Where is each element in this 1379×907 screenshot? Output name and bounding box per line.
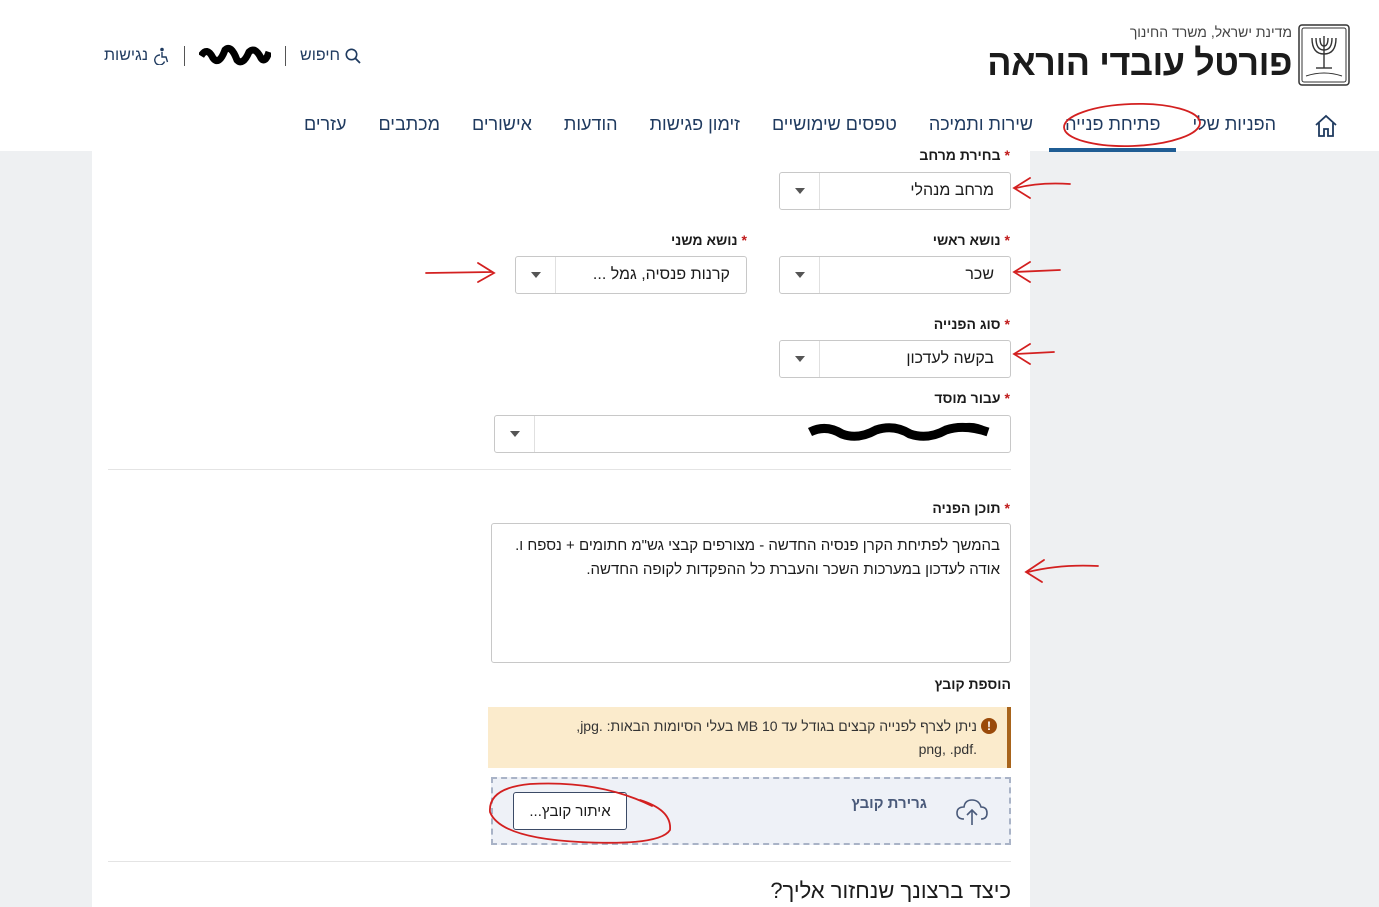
chevron-down-icon	[780, 257, 820, 293]
request-type-value: בקשה לעדכון	[906, 350, 994, 367]
notice-text-line1: ניתן לצרף לפנייה קבצים בגודל עד 10 MB בע…	[576, 718, 977, 734]
space-select-value: מרחב מנהלי	[910, 182, 994, 199]
cloud-upload-icon	[956, 799, 988, 825]
main-nav: הפניות שלי פתיחת פנייה שירות ותמיכה טפסי…	[288, 108, 1346, 152]
section-divider	[108, 469, 1011, 470]
content-label: *תוכן הפניה	[932, 500, 1010, 516]
section-divider	[108, 861, 1011, 862]
sub-topic-value: קרנות פנסיה, גמל ...	[592, 266, 730, 283]
request-type-select[interactable]: בקשה לעדכון	[779, 340, 1011, 378]
file-size-notice: ! ניתן לצרף לפנייה קבצים בגודל עד 10 MB …	[488, 707, 1011, 768]
nav-open-request[interactable]: פתיחת פנייה	[1049, 108, 1177, 152]
separator	[184, 46, 186, 66]
chevron-down-icon	[516, 257, 556, 293]
home-icon	[1315, 114, 1337, 137]
chevron-down-icon	[495, 416, 535, 452]
drop-file-label: גרירת קובץ	[851, 795, 927, 812]
nav-letters[interactable]: מכתבים	[362, 108, 456, 152]
contact-preference-heading: כיצד ברצונך שנחזור אליך?	[770, 878, 1011, 903]
sub-topic-select[interactable]: קרנות פנסיה, גמל ...	[515, 256, 747, 294]
portal-title: פורטל עובדי הוראה	[987, 42, 1292, 83]
space-label: *בחירת מרחב	[919, 147, 1010, 163]
main-topic-select[interactable]: שכר	[779, 256, 1011, 294]
redacted-user-name	[199, 44, 272, 66]
exclamation-icon: !	[981, 718, 997, 734]
menorah-emblem-icon	[1298, 24, 1350, 86]
search-label: חיפוש	[300, 47, 341, 64]
sub-topic-label: *נושא משני	[671, 232, 747, 248]
redacted-institution-name	[807, 422, 990, 441]
accessibility-label: נגישות	[104, 47, 149, 64]
content-textarea[interactable]: בהמשך לפתיחת הקרן פנסיה החדשה - מצורפים …	[491, 523, 1011, 663]
browse-file-button[interactable]: איתור קובץ...	[513, 792, 627, 830]
chevron-down-icon	[780, 341, 820, 377]
nav-schedule-meetings[interactable]: זימון פגישות	[634, 108, 756, 152]
search-link[interactable]: חיפוש	[300, 47, 362, 65]
content-line: אודה לעדכון במערכות השכר והעברת כל ההפקד…	[586, 561, 1000, 578]
space-select[interactable]: מרחב מנהלי	[779, 172, 1011, 210]
government-line: מדינת ישראל, משרד החינוך	[1129, 24, 1292, 40]
file-dropzone[interactable]: גרירת קובץ איתור קובץ...	[491, 777, 1011, 845]
nav-messages[interactable]: הודעות	[548, 108, 634, 152]
home-button[interactable]	[1306, 108, 1346, 144]
nav-useful-forms[interactable]: טפסים שימושיים	[756, 108, 913, 152]
notice-text-line2: .png, .pdf	[918, 741, 977, 757]
nav-my-requests[interactable]: הפניות שלי	[1176, 108, 1292, 152]
header-utilities: נגישות חיפוש	[104, 42, 362, 70]
site-header: מדינת ישראל, משרד החינוך פורטל עובדי הור…	[0, 0, 1379, 152]
nav-service-support[interactable]: שירות ותמיכה	[913, 108, 1049, 152]
nav-approvals[interactable]: אישורים	[456, 108, 548, 152]
main-topic-value: שכר	[965, 266, 994, 283]
nav-tools[interactable]: עזרים	[288, 108, 362, 152]
content-line: בהמשך לפתיחת הקרן פנסיה החדשה - מצורפים …	[515, 537, 1000, 554]
wheelchair-icon	[154, 47, 169, 65]
main-topic-label: *נושא ראשי	[932, 232, 1010, 248]
institution-select[interactable]	[494, 415, 1011, 453]
institution-value	[535, 420, 1010, 449]
institution-label: *עבור מוסד	[934, 390, 1010, 406]
request-type-label: *סוג הפנייה	[933, 316, 1010, 332]
accessibility-link[interactable]: נגישות	[104, 47, 170, 65]
search-icon	[345, 48, 361, 64]
separator	[285, 46, 287, 66]
chevron-down-icon	[780, 173, 820, 209]
attachment-label: הוספת קובץ	[934, 676, 1011, 692]
